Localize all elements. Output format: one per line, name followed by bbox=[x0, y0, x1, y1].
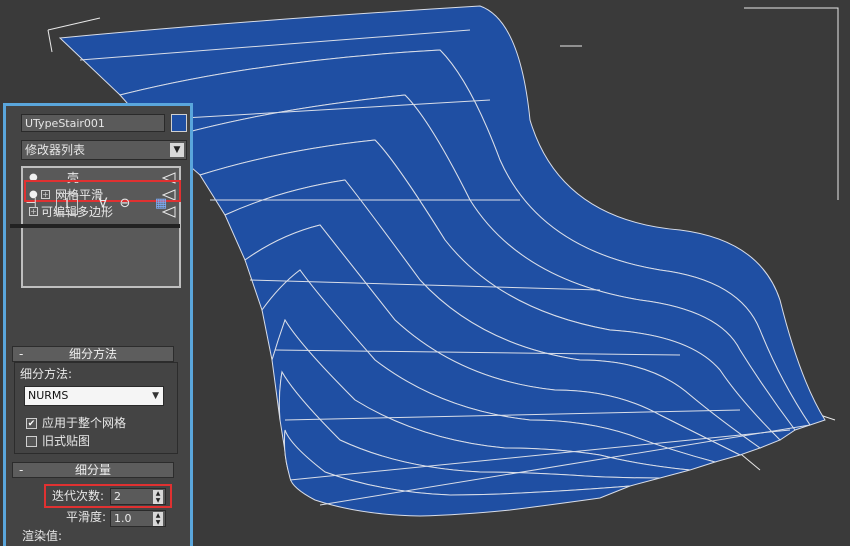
smoothness-label: 平滑度: bbox=[66, 510, 107, 524]
highlight-iterations bbox=[44, 484, 172, 508]
render-values-label: 渲染值: bbox=[22, 529, 63, 543]
rollout-title: 细分方法 bbox=[68, 347, 117, 361]
object-name-field[interactable]: UTypeStair001 bbox=[21, 114, 165, 132]
remove-modifier-icon[interactable]: ⊖ bbox=[114, 193, 136, 215]
object-color-swatch[interactable] bbox=[171, 114, 187, 132]
smoothness-spinner[interactable]: 1.0 ▲ ▼ bbox=[110, 510, 166, 527]
divider bbox=[10, 224, 180, 228]
rollout-subdivision-method[interactable]: - 细分方法 bbox=[12, 346, 174, 362]
modifier-list-label: 修改器列表 bbox=[25, 143, 86, 157]
apply-whole-mesh-label: 应用于整个网格 bbox=[42, 416, 127, 430]
method-label: 细分方法: bbox=[20, 367, 73, 381]
collapse-minus-icon: - bbox=[19, 347, 24, 361]
method-select[interactable]: NURMS ▼ bbox=[24, 386, 164, 406]
chevron-down-icon: ▼ bbox=[170, 143, 184, 157]
spinner-arrows-icon[interactable]: ▲ ▼ bbox=[153, 512, 163, 526]
modify-panel: UTypeStair001 修改器列表 ▼ ● 壳 ● + 网格平滑 + 可编辑… bbox=[3, 103, 193, 546]
apply-whole-mesh-checkbox[interactable]: ✔ bbox=[26, 418, 37, 429]
old-mapping-label: 旧式贴图 bbox=[42, 434, 91, 448]
make-unique-icon[interactable]: ∀ bbox=[92, 193, 114, 215]
old-mapping-checkbox[interactable] bbox=[26, 436, 37, 447]
configure-sets-icon[interactable]: ▦ bbox=[150, 193, 172, 215]
smoothness-value: 1.0 bbox=[114, 512, 132, 525]
pin-stack-icon[interactable]: ⊣ bbox=[20, 193, 42, 215]
chevron-down-icon: ▼ bbox=[152, 391, 159, 401]
rollout-title: 细分量 bbox=[74, 463, 111, 477]
show-end-result-icon[interactable]: I bbox=[56, 193, 78, 215]
collapse-minus-icon: - bbox=[19, 463, 24, 477]
method-value: NURMS bbox=[28, 389, 69, 402]
modifier-list-dropdown[interactable]: 修改器列表 ▼ bbox=[21, 140, 187, 160]
rollout-subdivision-amount[interactable]: - 细分量 bbox=[12, 462, 174, 478]
